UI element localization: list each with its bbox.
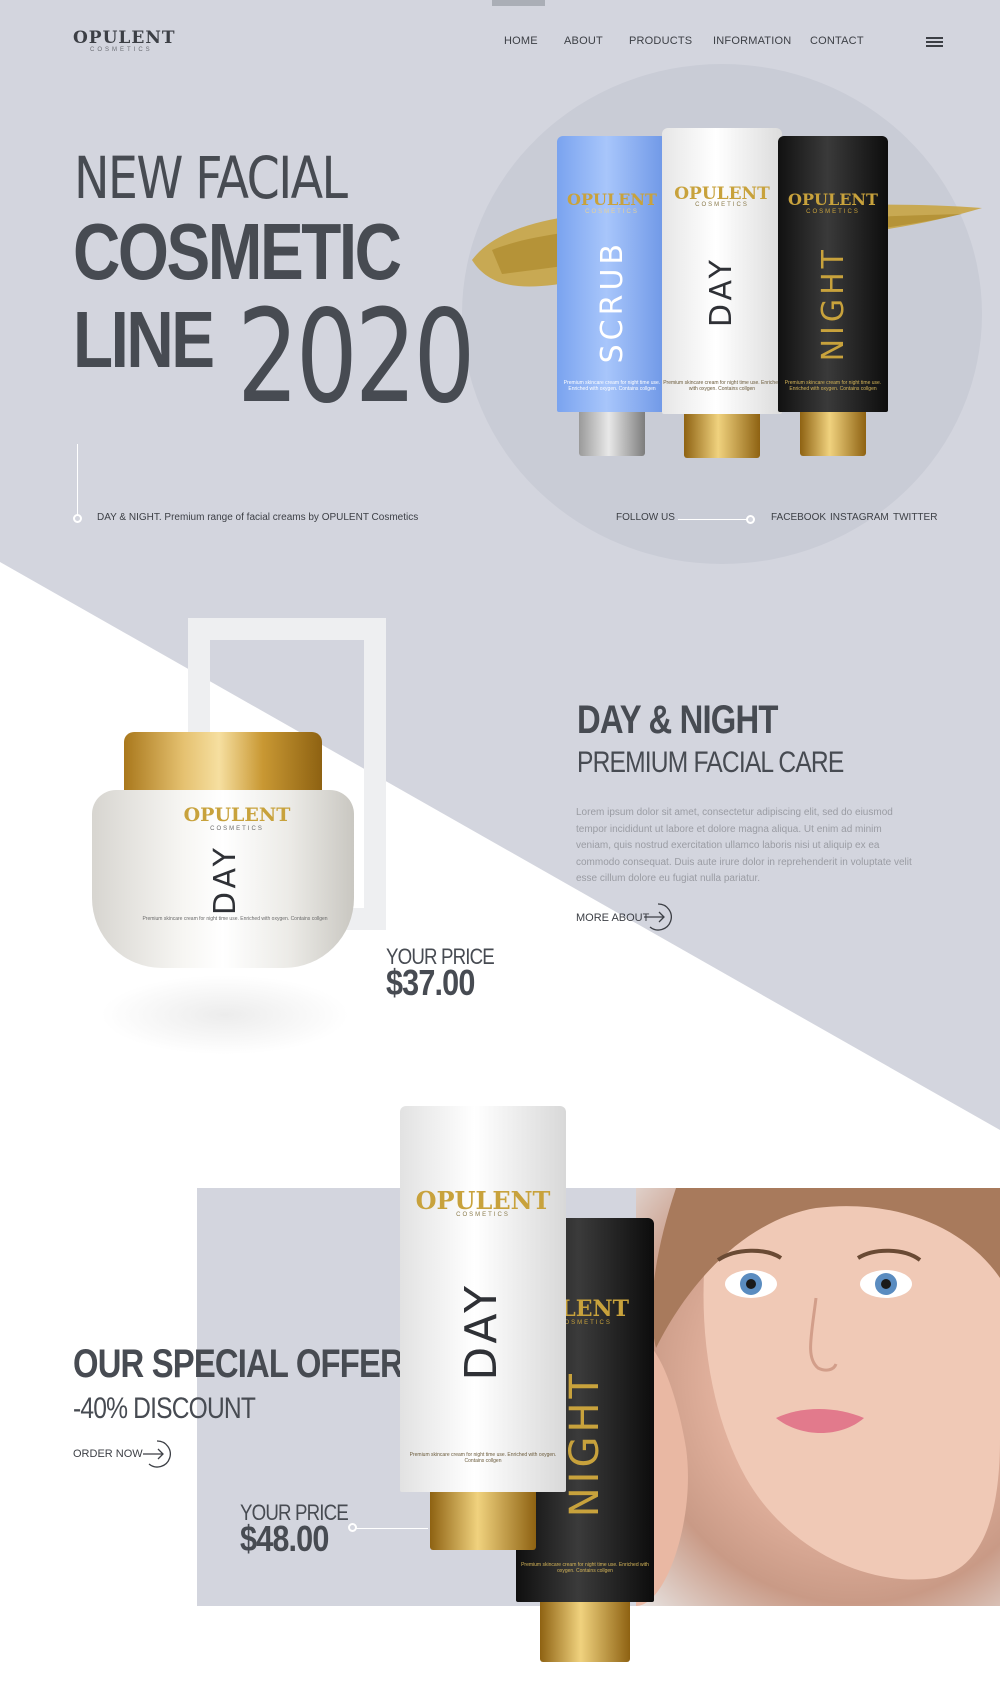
- hero-year: 2020: [237, 283, 475, 432]
- nav-products[interactable]: PRODUCTS: [629, 35, 692, 47]
- more-about-link[interactable]: MORE ABOUT: [576, 912, 649, 924]
- offer-title: OUR SPECIAL OFFER!: [73, 1342, 414, 1386]
- nav-home[interactable]: HOME: [504, 35, 538, 47]
- social-facebook[interactable]: FACEBOOK: [771, 512, 826, 523]
- jar-reflection: [100, 975, 350, 1055]
- offer-day-brand: OPULENT: [415, 1186, 551, 1215]
- offer-day-cap: [430, 1492, 536, 1550]
- s2-price-value: $37.00: [386, 962, 475, 1003]
- scrub-tube[interactable]: OPULENT COSMETICS SCRUB Premium skincare…: [557, 136, 667, 496]
- follow-us-label: FOLLOW US: [616, 512, 675, 523]
- jar-description: Premium skincare cream for night time us…: [142, 916, 328, 922]
- day-brand: OPULENT: [674, 184, 770, 204]
- model-face-image: [636, 1188, 1000, 1606]
- night-brand-sub: COSMETICS: [806, 209, 860, 215]
- jar-lid: [124, 732, 322, 792]
- offer-day-name: DAY: [456, 1282, 507, 1381]
- night-tube[interactable]: OPULENT COSMETICS NIGHT Premium skincare…: [778, 136, 888, 496]
- arrow-right-icon[interactable]: [143, 1440, 171, 1468]
- hero-caption: DAY & NIGHT. Premium range of facial cre…: [97, 512, 419, 523]
- jar-name: DAY: [208, 844, 243, 916]
- hero-vertical-line: [77, 444, 78, 516]
- day-description: Premium skincare cream for night time us…: [663, 380, 781, 392]
- scrub-cap: [579, 412, 645, 456]
- hero-line-1: NEW FACIAL: [74, 144, 348, 212]
- scrub-brand-sub: COSMETICS: [585, 209, 639, 215]
- follow-line: [678, 519, 750, 520]
- night-brand: OPULENT: [788, 190, 878, 209]
- hamburger-menu-icon[interactable]: [926, 37, 943, 48]
- day-night-title: DAY & NIGHT: [577, 698, 778, 742]
- top-indicator: [492, 0, 545, 6]
- day-jar[interactable]: OPULENT COSMETICS DAY Premium skincare c…: [92, 790, 354, 968]
- main-nav: HOME ABOUT PRODUCTS INFORMATION CONTACT: [0, 35, 1000, 49]
- offer-day-brand-sub: COSMETICS: [456, 1212, 510, 1218]
- jar-brand-sub: COSMETICS: [210, 826, 264, 832]
- day-tube[interactable]: OPULENT COSMETICS DAY Premium skincare c…: [662, 128, 782, 496]
- offer-night-cap: [540, 1602, 630, 1662]
- day-brand-sub: COSMETICS: [695, 202, 749, 208]
- day-cap: [684, 414, 760, 458]
- nav-about[interactable]: ABOUT: [564, 35, 603, 47]
- follow-dot: [746, 515, 755, 524]
- offer-night-name: NIGHT: [562, 1370, 608, 1518]
- night-name: NIGHT: [816, 246, 851, 362]
- hero-line-3: LINE: [73, 295, 215, 384]
- jar-brand: OPULENT: [183, 804, 291, 826]
- offer-night-description: Premium skincare cream for night time us…: [521, 1562, 649, 1574]
- arrow-right-icon[interactable]: [644, 903, 672, 931]
- scrub-brand: OPULENT: [567, 190, 657, 209]
- offer-day-description: Premium skincare cream for night time us…: [409, 1452, 557, 1464]
- day-night-body: Lorem ipsum dolor sit amet, consectetur …: [576, 807, 912, 884]
- night-cap: [800, 412, 866, 456]
- order-now-link[interactable]: ORDER NOW: [73, 1448, 143, 1460]
- night-description: Premium skincare cream for night time us…: [784, 380, 882, 392]
- social-twitter[interactable]: TWITTER: [893, 512, 937, 523]
- offer-subtitle: -40% DISCOUNT: [73, 1392, 256, 1425]
- social-instagram[interactable]: INSTAGRAM: [830, 512, 889, 523]
- day-name: DAY: [704, 256, 739, 328]
- offer-day-tube[interactable]: OPULENT COSMETICS DAY Premium skincare c…: [400, 1106, 566, 1556]
- offer-price-value: $48.00: [240, 1518, 329, 1559]
- nav-information[interactable]: INFORMATION: [713, 35, 791, 47]
- day-night-subtitle: PREMIUM FACIAL CARE: [577, 746, 844, 779]
- scrub-description: Premium skincare cream for night time us…: [563, 380, 661, 392]
- scrub-name: SCRUB: [595, 240, 630, 364]
- hero-dot: [73, 514, 82, 523]
- nav-contact[interactable]: CONTACT: [810, 35, 864, 47]
